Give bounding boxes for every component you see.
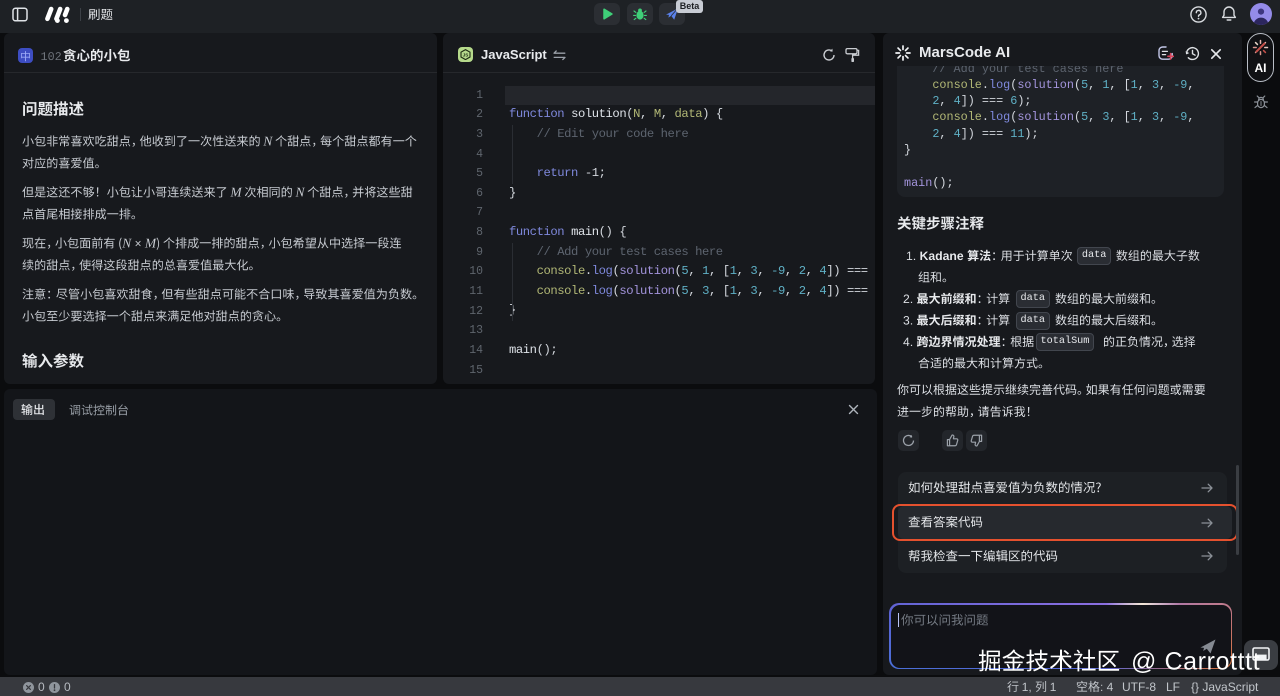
svg-text:JS: JS [463,53,469,58]
